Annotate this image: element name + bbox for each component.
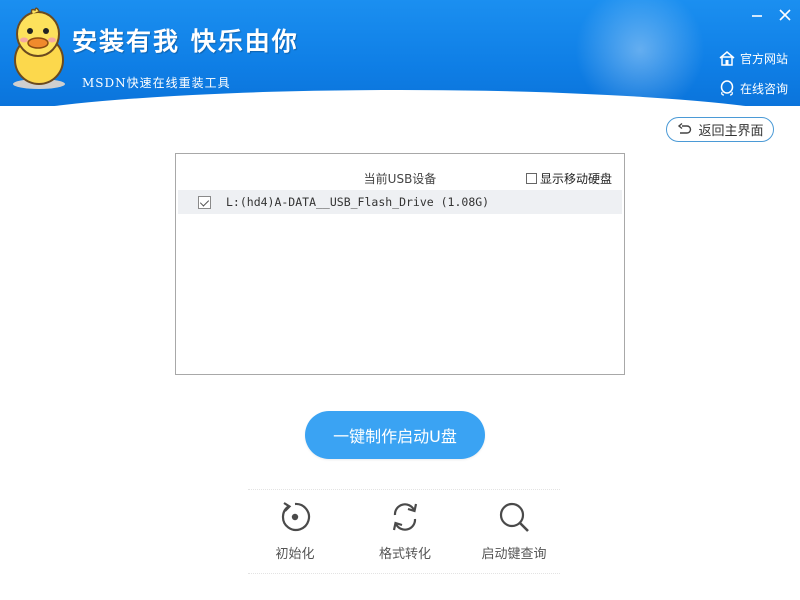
device-row[interactable]: L:(hd4)A-DATA__USB_Flash_Drive (1.08G) — [178, 190, 622, 214]
chat-icon — [720, 80, 734, 96]
duck-logo-icon — [13, 7, 65, 89]
app-slogan: 安装有我 快乐由你 — [72, 27, 299, 56]
boot-key-query-label: 启动键查询 — [481, 547, 547, 562]
convert-icon — [392, 503, 418, 531]
online-consult-label: 在线咨询 — [740, 81, 789, 96]
reset-icon — [281, 502, 311, 531]
minimize-button[interactable] — [746, 4, 768, 26]
format-convert-tool[interactable]: 格式转化 — [372, 499, 438, 562]
header-glow — [570, 0, 710, 106]
home-icon — [719, 51, 735, 66]
close-button[interactable] — [774, 4, 796, 26]
app-subtitle: MSDN快速在线重装工具 — [82, 76, 231, 90]
usb-device-panel: 当前USB设备 显示移动硬盘 L:(hd4)A-DATA__USB_Flash_… — [175, 153, 625, 375]
show-mobile-disk-box[interactable] — [526, 173, 537, 184]
return-icon — [678, 122, 692, 134]
make-bootable-usb-button[interactable]: 一键制作启动U盘 — [305, 411, 485, 459]
initialize-label: 初始化 — [275, 547, 315, 562]
back-to-main-button[interactable]: 返回主界面 — [666, 117, 774, 142]
back-to-main-label: 返回主界面 — [698, 124, 764, 139]
initialize-tool[interactable]: 初始化 — [270, 499, 320, 562]
official-site-link[interactable]: 官方网站 — [718, 49, 788, 67]
show-mobile-disk-label: 显示移动硬盘 — [540, 172, 613, 186]
show-mobile-disk-checkbox[interactable]: 显示移动硬盘 — [526, 170, 612, 187]
format-convert-label: 格式转化 — [378, 547, 431, 562]
online-consult-link[interactable]: 在线咨询 — [718, 79, 788, 97]
minimize-icon — [752, 15, 762, 17]
device-checkbox[interactable] — [198, 195, 211, 209]
boot-key-query-tool[interactable]: 启动键查询 — [474, 499, 554, 562]
close-icon — [779, 9, 791, 21]
device-label: L:(hd4)A-DATA__USB_Flash_Drive (1.08G) — [226, 195, 490, 209]
search-icon — [499, 502, 529, 532]
official-site-label: 官方网站 — [740, 51, 789, 66]
